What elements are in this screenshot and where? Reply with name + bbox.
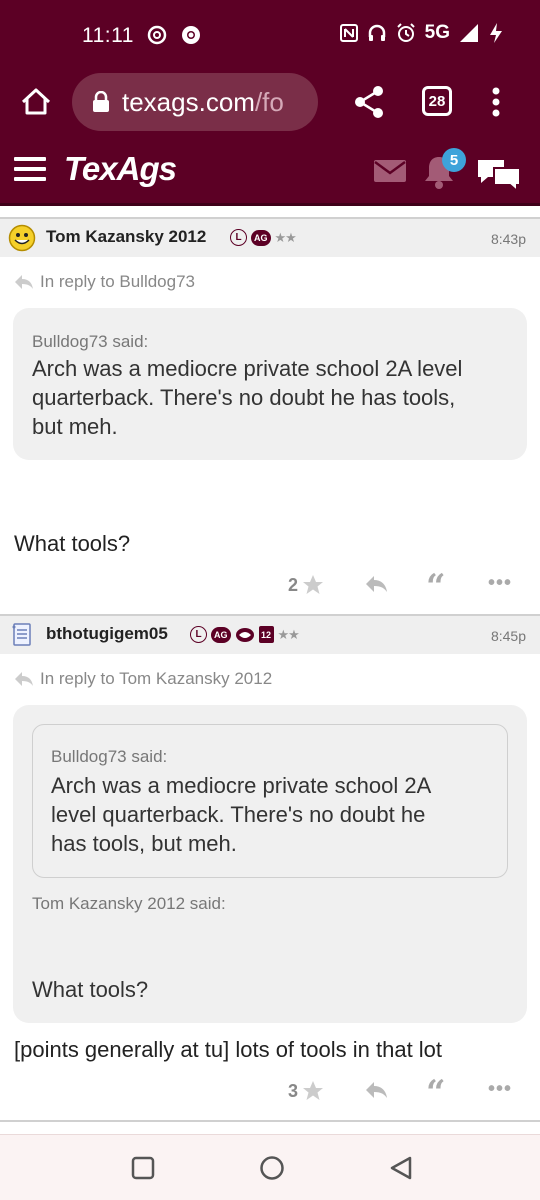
hamburger-menu-icon[interactable] — [14, 156, 46, 182]
smiley-avatar-icon[interactable] — [8, 224, 36, 252]
notification-badge: 5 — [442, 148, 466, 172]
star-icon — [303, 1081, 324, 1100]
team-logo-badge-icon — [235, 627, 254, 642]
reply-icon[interactable] — [364, 574, 388, 596]
reply-to-text: In reply to Tom Kazansky 2012 — [40, 669, 273, 688]
post-body: [points generally at tu] lots of tools i… — [14, 1037, 443, 1062]
user-badges: L AG 12 ★★ — [190, 626, 300, 643]
threads-icon — [147, 25, 167, 45]
reply-to-link[interactable]: In reply to Bulldog73 — [14, 272, 195, 292]
site-logo[interactable]: TexAgs — [64, 150, 177, 188]
chat-icon[interactable] — [476, 156, 522, 192]
url-bar[interactable]: texags.com/fo — [72, 73, 318, 131]
more-menu-icon[interactable] — [486, 84, 506, 120]
url-domain: texags.com — [122, 86, 255, 117]
quote-author: Bulldog73 said: — [32, 332, 149, 351]
quote-text: Arch was a mediocre private school 2A le… — [32, 356, 463, 439]
star-rating-badge: ★★ — [277, 626, 300, 642]
notebook-avatar-icon[interactable] — [8, 621, 36, 649]
post-time: 8:43p — [490, 231, 526, 247]
recent-apps-icon[interactable] — [130, 1155, 156, 1181]
url-path: /fo — [254, 86, 284, 117]
reply-icon[interactable] — [364, 1080, 388, 1102]
network-type: 5G — [424, 22, 450, 43]
like-count: 2 — [288, 574, 299, 595]
browser-toolbar: texags.com/fo 28 — [0, 70, 540, 136]
lifetime-badge: L — [190, 626, 207, 643]
status-time: 11:11 — [82, 24, 134, 47]
alarm-icon — [396, 23, 415, 42]
headphones-icon — [368, 24, 385, 41]
tab-switcher-button[interactable]: 28 — [422, 86, 452, 116]
post-divider — [0, 1120, 540, 1122]
post-time: 8:45p — [490, 628, 526, 644]
home-icon[interactable] — [18, 84, 54, 120]
chrome-icon — [182, 26, 200, 44]
quote-author: Tom Kazansky 2012 said: — [32, 894, 226, 913]
quote-icon[interactable]: “ — [426, 1076, 446, 1110]
star-icon — [303, 575, 324, 594]
twelfth-man-badge: 12 — [258, 626, 274, 643]
charging-icon — [490, 23, 502, 43]
more-options-icon[interactable]: ••• — [488, 1078, 512, 1101]
lifetime-badge: L — [230, 229, 247, 246]
ag-badge: AG — [251, 229, 271, 246]
nested-quote-block: Bulldog73 said: Arch was a mediocre priv… — [32, 724, 508, 878]
star-rating-badge: ★★ — [274, 229, 297, 245]
status-bar: 11:11 5G — [0, 0, 540, 70]
reply-arrow-icon — [15, 275, 33, 289]
back-icon[interactable] — [388, 1155, 414, 1183]
user-badges: L AG ★★ — [230, 229, 297, 246]
post-username[interactable]: Tom Kazansky 2012 — [46, 227, 206, 247]
quote-block: Bulldog73 said: Arch was a mediocre priv… — [13, 308, 527, 460]
quote-icon[interactable]: “ — [426, 570, 446, 604]
reply-arrow-icon — [15, 672, 33, 686]
quote-text: What tools? — [32, 977, 149, 1002]
mail-icon[interactable] — [374, 160, 406, 182]
post-body: What tools? — [14, 531, 131, 556]
post-header: bthotugigem05 L AG 12 ★★ 8:45p — [0, 614, 540, 654]
more-options-icon[interactable]: ••• — [488, 572, 512, 595]
reply-to-text: In reply to Bulldog73 — [40, 272, 195, 291]
quote-author: Bulldog73 said: — [51, 747, 168, 766]
lock-icon — [93, 91, 109, 112]
signal-icon — [460, 24, 478, 42]
post-username[interactable]: bthotugigem05 — [46, 624, 168, 644]
nfc-icon — [339, 24, 358, 42]
reply-to-link[interactable]: In reply to Tom Kazansky 2012 — [14, 669, 272, 689]
home-nav-icon[interactable] — [258, 1155, 286, 1183]
post-header: Tom Kazansky 2012 L AG ★★ 8:43p — [0, 217, 540, 257]
ag-badge: AG — [211, 626, 231, 643]
share-icon[interactable] — [352, 84, 386, 120]
quote-block: Bulldog73 said: Arch was a mediocre priv… — [13, 705, 527, 1023]
like-button[interactable]: 2 — [288, 574, 324, 596]
post-actions: 3 “ ••• — [0, 1076, 540, 1110]
like-button[interactable]: 3 — [288, 1080, 324, 1102]
post-actions: 2 “ ••• — [0, 570, 540, 604]
system-navigation-bar — [0, 1134, 540, 1200]
like-count: 3 — [288, 1080, 299, 1101]
quote-text: Arch was a mediocre private school 2A le… — [51, 773, 432, 856]
site-header: TexAgs — [0, 136, 540, 206]
